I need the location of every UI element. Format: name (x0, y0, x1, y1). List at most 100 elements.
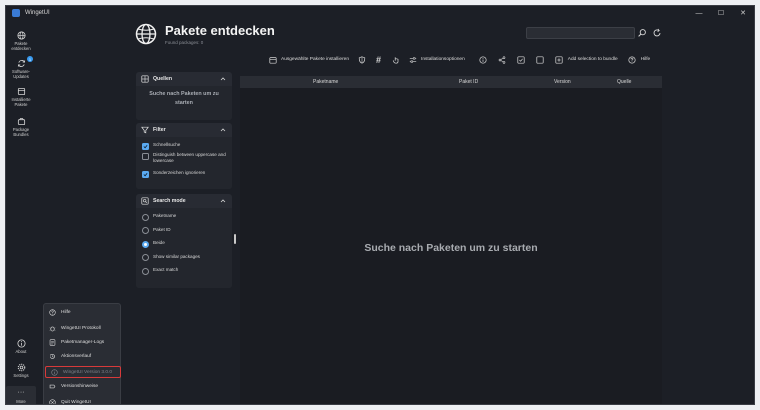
search-mode-panel: Search mode Paketname Paket ID Beide Sho… (136, 194, 232, 288)
menu-label: WingetUI Protokoll (61, 325, 101, 331)
nav-item-settings[interactable]: Settings (6, 362, 36, 378)
filter-panel-body: Schnellsuche Distinguish between upperca… (136, 137, 232, 189)
nav-label-discover: Pakete entdecken (11, 41, 31, 51)
sync-icon (16, 58, 26, 68)
chevron-up-icon (220, 127, 226, 133)
panel-splitter-handle[interactable] (234, 234, 236, 244)
share-button[interactable] (498, 53, 507, 66)
sources-grid-icon (141, 75, 149, 83)
admin-shield-button[interactable] (357, 53, 366, 66)
bug-icon (49, 325, 56, 332)
app-logo-icon (12, 9, 20, 17)
install-options-label: Installationsoptionen (421, 57, 465, 62)
sources-title: Quellen (153, 76, 173, 82)
search-input[interactable] (526, 27, 635, 39)
menu-item-wingetui-log[interactable]: WingetUI Protokoll (44, 322, 122, 334)
toolbar: Ausgewählte Pakete installieren # Instal… (268, 53, 658, 66)
sources-empty-message: Suche nach Paketen um zu starten (149, 91, 219, 106)
search-icon[interactable] (637, 28, 647, 38)
menu-item-release-notes[interactable]: Versionshinweise (44, 380, 122, 392)
minimize-button[interactable]: — (688, 6, 710, 20)
filter-option-case-sensitive[interactable]: Distinguish between uppercase and lowerc… (136, 152, 232, 170)
menu-label: Aktionsverlauf (61, 353, 92, 359)
column-header-id[interactable]: Paket ID (459, 79, 478, 85)
more-menu: Hilfe WingetUI Protokoll Paketmanager-Lo… (43, 303, 122, 404)
nav-item-about[interactable]: About (6, 338, 36, 354)
hand-pointer-icon (391, 55, 400, 64)
sources-panel-header[interactable]: Quellen (136, 72, 232, 86)
install-options-button[interactable]: Installationsoptionen (408, 53, 465, 66)
nav-item-installed[interactable]: Installierte Pakete (6, 86, 36, 107)
nav-label-updates: Software-Updates (12, 69, 30, 79)
select-none-button[interactable] (536, 53, 545, 66)
filter-option-ignore-special[interactable]: Sonderzeichen ignorieren (136, 170, 232, 180)
filter-panel-header[interactable]: Filter (136, 123, 232, 137)
column-header-name[interactable]: Paketname (313, 79, 338, 85)
checkbox-checked[interactable] (142, 170, 149, 178)
nav-item-bundles[interactable]: Package Bundles (6, 116, 36, 137)
menu-item-help[interactable]: Hilfe (44, 306, 122, 318)
help-label: Hilfe (640, 57, 651, 62)
nav-item-more[interactable]: ··· More (6, 386, 36, 404)
radio-button-selected[interactable] (142, 240, 149, 248)
package-details-button[interactable] (479, 53, 488, 66)
app-window: WingetUI — ☐ ✕ Pakete entdecken 1 Softwa… (5, 5, 755, 405)
nav-item-discover[interactable]: Pakete entdecken (6, 30, 36, 51)
radio-button[interactable] (142, 213, 149, 221)
nav-label-bundles: Package Bundles (12, 127, 30, 137)
column-header-source[interactable]: Quelle (617, 79, 631, 85)
menu-item-manager-logs[interactable]: Paketmanager-Logs (44, 336, 122, 348)
radio-button[interactable] (142, 254, 149, 261)
radio-button[interactable] (142, 227, 149, 234)
menu-label: Hilfe (61, 309, 71, 315)
close-button[interactable]: ✕ (732, 6, 754, 20)
filter-label: Distinguish between uppercase and lowerc… (153, 152, 226, 163)
updates-badge: 1 (27, 56, 33, 62)
skip-hash-button[interactable]: # (374, 53, 383, 66)
search-mode-option[interactable]: Exact match (136, 267, 232, 281)
filter-label: Sonderzeichen ignorieren (153, 170, 206, 175)
page-subtitle: Found packages: 0 (165, 40, 204, 45)
search-mode-panel-header[interactable]: Search mode (136, 194, 232, 208)
maximize-button[interactable]: ☐ (710, 6, 732, 20)
sources-panel: Quellen Suche nach Paketen um zu starten (136, 72, 232, 120)
search-mode-option[interactable]: Paketname (136, 213, 232, 227)
shield-icon (357, 55, 366, 64)
search-mode-option[interactable]: Show similar packages (136, 254, 232, 268)
page-title: Pakete entdecken (165, 23, 275, 38)
checkbox-empty-icon (536, 55, 545, 64)
search-mode-option[interactable]: Paket ID (136, 227, 232, 241)
nav-label-settings: Settings (13, 373, 29, 378)
select-all-button[interactable] (517, 53, 526, 66)
checkbox-checked[interactable] (142, 142, 149, 150)
gear-icon (16, 362, 26, 372)
search-mode-label: Show similar packages (153, 253, 200, 259)
search-mode-label: Paketname (153, 213, 177, 218)
info-icon (16, 338, 26, 348)
reload-icon[interactable] (652, 28, 662, 38)
chevron-up-icon (220, 198, 226, 204)
search-mode-label: Exact match (153, 267, 179, 272)
menu-item-history[interactable]: Aktionsverlauf (44, 350, 122, 362)
column-header-version[interactable]: Version (554, 79, 571, 85)
more-dots-icon: ··· (17, 389, 25, 396)
radio-button[interactable] (142, 267, 149, 275)
install-selected-label: Ausgewählte Pakete installieren (281, 57, 349, 62)
search-mode-option[interactable]: Beide (136, 240, 232, 254)
menu-item-quit[interactable]: Quit WingetUI (44, 396, 122, 404)
interactive-button[interactable] (391, 53, 400, 66)
checkbox-unchecked[interactable] (142, 152, 149, 160)
search-mode-label: Paket ID (153, 226, 171, 232)
add-to-bundle-button[interactable]: Add selection to bundle (555, 53, 618, 66)
menu-item-version: WingetUI Version 3.0.0 (45, 366, 121, 378)
filter-option-quicksearch[interactable]: Schnellsuche (136, 142, 232, 152)
window-controls: — ☐ ✕ (688, 6, 754, 20)
info-circle-icon (479, 55, 488, 64)
install-selected-button[interactable]: Ausgewählte Pakete installieren (268, 53, 349, 66)
help-button[interactable]: Hilfe (628, 53, 651, 66)
menu-label: WingetUI Version 3.0.0 (63, 369, 113, 375)
quit-icon (49, 398, 56, 404)
history-icon (49, 353, 56, 360)
nav-item-updates[interactable]: 1 Software-Updates (6, 56, 36, 79)
add-bundle-icon (555, 55, 564, 64)
